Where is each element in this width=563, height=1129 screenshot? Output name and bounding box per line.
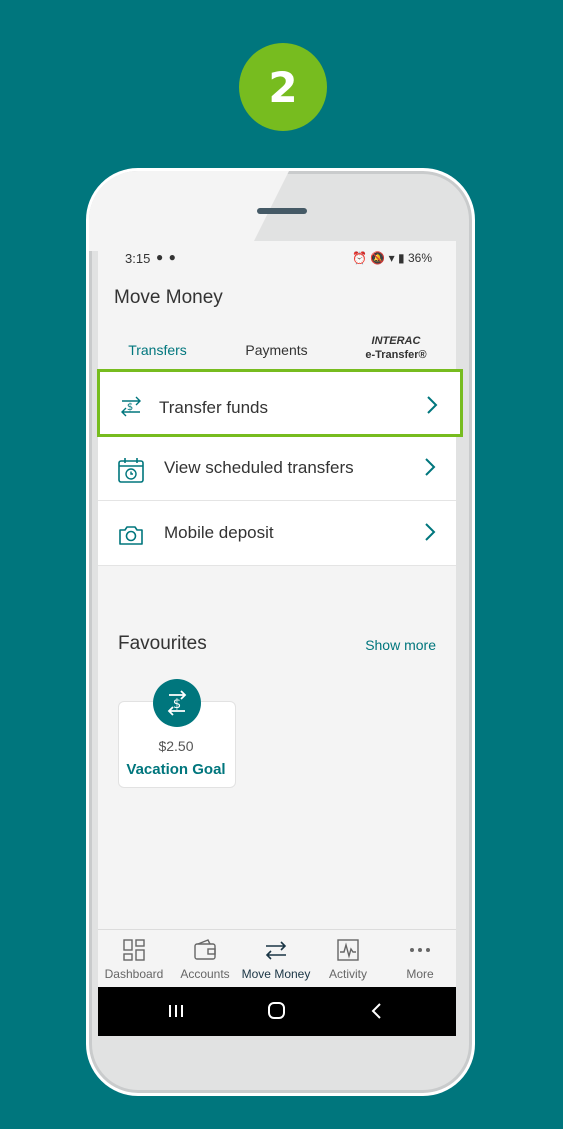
dashboard-icon: [123, 939, 145, 961]
menu-item-transfer-funds[interactable]: $ Transfer funds: [97, 369, 463, 437]
step-number-badge: 2: [239, 43, 327, 131]
menu-item-label: Transfer funds: [159, 398, 268, 417]
nav-label: Move Money: [241, 967, 311, 981]
nav-label: Activity: [328, 967, 367, 981]
nav-dashboard[interactable]: Dashboard: [98, 930, 170, 988]
tab-interac-label-line1: INTERAC: [371, 335, 421, 347]
nav-label: Dashboard: [104, 967, 164, 981]
tab-interac-label-line2: e-Transfer®: [365, 349, 427, 361]
menu-item-label: View scheduled transfers: [164, 458, 354, 477]
notification-icons: ● ●: [156, 250, 177, 264]
menu-item-label: Mobile deposit: [164, 523, 274, 542]
status-icons: ⏰ 🔕 ▾ ▮: [352, 251, 408, 265]
nav-activity[interactable]: Activity: [312, 930, 384, 988]
transfer-dollar-icon: $: [167, 690, 187, 716]
nav-label: Accounts: [180, 967, 230, 981]
page-title: Move Money: [114, 287, 223, 308]
phone-screen: 3:15 ● ● ⏰ 🔕 ▾ ▮ 36% Move Money Transfer…: [98, 241, 456, 1036]
battery-level: 36%: [407, 251, 432, 265]
svg-text:$: $: [173, 697, 181, 712]
tab-payments[interactable]: Payments: [217, 329, 336, 371]
svg-text:$: $: [127, 402, 133, 413]
transfer-arrows-icon: [265, 941, 287, 960]
nav-label: More: [406, 967, 434, 981]
nav-more[interactable]: More: [384, 930, 456, 988]
chevron-right-icon: [425, 458, 436, 476]
show-more-link[interactable]: Show more: [365, 637, 436, 653]
calendar-clock-icon: [118, 458, 144, 483]
tab-transfers-label: Transfers: [128, 342, 187, 358]
back-icon[interactable]: [361, 999, 391, 1023]
menu-item-view-scheduled-transfers[interactable]: View scheduled transfers: [98, 436, 456, 501]
favourite-amount: $2.50: [158, 738, 194, 754]
tab-interac-etransfer[interactable]: INTERAC e-Transfer®: [336, 329, 456, 371]
transfer-dollar-icon: $: [121, 396, 141, 417]
menu-item-mobile-deposit[interactable]: Mobile deposit: [98, 501, 456, 566]
recent-apps-icon[interactable]: [161, 999, 191, 1023]
phone-speaker: [257, 208, 307, 214]
activity-icon: [337, 939, 359, 961]
nav-accounts[interactable]: Accounts: [169, 930, 241, 988]
favourite-transfer-icon: $: [153, 679, 201, 727]
favourites-title: Favourites: [118, 633, 207, 654]
nav-move-money[interactable]: Move Money: [240, 930, 312, 988]
wallet-icon: [194, 939, 216, 960]
tab-payments-label: Payments: [245, 342, 308, 358]
system-nav-bar: [98, 987, 456, 1036]
chevron-right-icon: [425, 523, 436, 541]
bottom-nav: Dashboard Accounts Move Money Activity M…: [98, 929, 456, 988]
tab-transfers[interactable]: Transfers: [98, 329, 217, 371]
chevron-right-icon: [427, 396, 438, 414]
more-dots-icon: [410, 948, 430, 952]
favourite-name: Vacation Goal: [126, 761, 226, 778]
home-icon[interactable]: [261, 999, 291, 1023]
status-bar: 3:15 ● ● ⏰ 🔕 ▾ ▮ 36%: [98, 241, 456, 275]
status-right: ⏰ 🔕 ▾ ▮ 36%: [352, 251, 432, 265]
status-time: 3:15: [125, 251, 151, 266]
tab-bar: Transfers Payments INTERAC e-Transfer®: [98, 329, 456, 371]
camera-icon: [119, 526, 143, 545]
